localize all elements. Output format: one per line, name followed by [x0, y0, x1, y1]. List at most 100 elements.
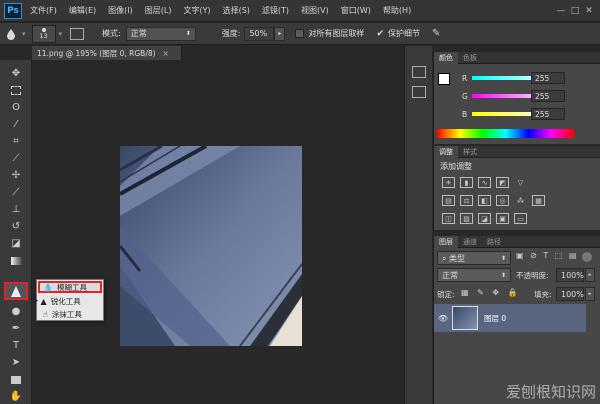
exposure-icon[interactable]: ◩: [496, 177, 509, 188]
filter-toggle[interactable]: [582, 252, 592, 262]
sharpen-triangle-icon: ▲: [40, 296, 47, 306]
sample-all-layers-checkbox[interactable]: [295, 29, 305, 38]
actions-panel-icon[interactable]: [412, 86, 426, 98]
selective-color-icon[interactable]: ▣: [496, 213, 509, 224]
blur-tool-icon[interactable]: [4, 282, 28, 300]
pen-tool-icon[interactable]: ✒: [7, 321, 25, 336]
channel-r-input[interactable]: 255: [531, 72, 565, 84]
tab-channels[interactable]: 通道: [458, 236, 482, 248]
gradient-map-icon[interactable]: ▭: [514, 213, 527, 224]
threshold-icon[interactable]: ◪: [478, 213, 491, 224]
tab-adjustments[interactable]: 调整: [434, 146, 458, 158]
menu-view[interactable]: 视图(V): [301, 5, 329, 16]
brush-dropdown-arrow-icon[interactable]: ▾: [59, 30, 63, 38]
strength-input[interactable]: 50%: [244, 26, 275, 41]
eraser-tool-icon[interactable]: ◪: [7, 236, 25, 251]
channel-mixer-icon[interactable]: ⁂: [514, 195, 527, 206]
clone-stamp-tool-icon[interactable]: ⊥: [7, 202, 25, 217]
menu-help[interactable]: 帮助(H): [383, 5, 411, 16]
path-select-tool-icon[interactable]: ➤: [7, 355, 25, 370]
eye-icon[interactable]: 👁: [434, 314, 452, 323]
layer-filter-select[interactable]: ⌕ 类型 ⬍: [437, 251, 511, 265]
close-window-button[interactable]: ✕: [582, 4, 596, 18]
flyout-smudge-tool[interactable]: ☝ 涂抹工具: [37, 308, 103, 320]
layer-row[interactable]: 👁 图层 0: [434, 304, 586, 332]
flyout-blur-tool[interactable]: 💧 模糊工具: [38, 281, 102, 293]
tab-layers[interactable]: 图层: [434, 236, 458, 248]
hand-tool-icon[interactable]: ✋: [7, 389, 25, 404]
lock-icons[interactable]: ▦ ✎ ✥ 🔒: [461, 288, 521, 297]
flyout-sharpen-tool[interactable]: • ▲ 锐化工具: [35, 295, 103, 307]
brush-tool-icon[interactable]: ⟋: [7, 185, 25, 200]
flyout-blur-label: 模糊工具: [56, 282, 87, 292]
protect-detail-check-icon[interactable]: ✔: [376, 29, 384, 39]
fill-slider-button[interactable]: ▸: [585, 287, 595, 301]
healing-brush-tool-icon[interactable]: ✢: [7, 168, 25, 183]
color-spectrum-bar[interactable]: [437, 129, 574, 138]
adjustments-title: 添加调整: [440, 162, 472, 171]
quick-select-tool-icon[interactable]: ⁄: [7, 117, 25, 132]
channel-g-input[interactable]: 255: [531, 90, 565, 102]
marquee-tool-icon[interactable]: [7, 83, 25, 98]
menu-select[interactable]: 选择(S): [223, 5, 250, 16]
tab-paths[interactable]: 路径: [482, 236, 506, 248]
tab-swatches[interactable]: 色板: [458, 52, 482, 64]
opacity-input[interactable]: 100%: [556, 268, 584, 282]
document-close-icon[interactable]: ×: [163, 49, 169, 58]
menu-edit[interactable]: 编辑(E): [69, 5, 96, 16]
strength-slider-button[interactable]: ▸: [274, 26, 286, 41]
menu-filter[interactable]: 滤镜(T): [262, 5, 289, 16]
brush-panel-icon[interactable]: [70, 27, 85, 40]
color-lookup-icon[interactable]: ▦: [532, 195, 545, 206]
opacity-slider-button[interactable]: ▸: [585, 268, 595, 282]
tab-color[interactable]: 颜色: [434, 52, 458, 64]
invert-icon[interactable]: ◫: [442, 213, 455, 224]
layer-filter-icons[interactable]: ▣ ⊘ T ⬚ ▤: [516, 251, 578, 260]
menu-layer[interactable]: 图层(L): [145, 5, 172, 16]
posterize-icon[interactable]: ▨: [460, 213, 473, 224]
tab-styles[interactable]: 样式: [458, 146, 482, 158]
channel-b-input[interactable]: 255: [531, 108, 565, 120]
flyout-sharpen-label: 锐化工具: [50, 296, 81, 306]
history-panel-icon[interactable]: [412, 66, 426, 78]
vibrance-icon[interactable]: ▽: [514, 177, 527, 188]
move-tool-icon[interactable]: ✥: [7, 66, 25, 81]
gradient-tool-icon[interactable]: [7, 253, 25, 268]
minimize-button[interactable]: —: [554, 4, 568, 18]
eyedropper-tool-icon[interactable]: ⟋: [7, 151, 25, 166]
color-balance-icon[interactable]: ⚖: [460, 195, 473, 206]
menu-window[interactable]: 窗口(W): [341, 5, 371, 16]
maximize-button[interactable]: □: [568, 4, 582, 18]
menu-image[interactable]: 图像(I): [108, 5, 133, 16]
tool-flyout-menu: 💧 模糊工具 • ▲ 锐化工具 ☝ 涂抹工具: [35, 279, 104, 321]
lasso-tool-icon[interactable]: ʘ: [7, 100, 25, 115]
history-brush-tool-icon[interactable]: ↺: [7, 219, 25, 234]
curves-icon[interactable]: ∿: [478, 177, 491, 188]
photo-filter-icon[interactable]: ◎: [496, 195, 509, 206]
rectangle-tool-icon[interactable]: [7, 372, 25, 387]
brush-size-picker[interactable]: 13: [31, 24, 56, 43]
canvas-area[interactable]: [33, 60, 403, 404]
fill-input[interactable]: 100%: [556, 287, 584, 301]
mode-select[interactable]: 正常 ⬍: [125, 26, 196, 41]
dodge-tool-icon[interactable]: ●: [7, 304, 25, 319]
document-tab-title: 11.png @ 195% (图层 0, RGB/8): [37, 48, 156, 58]
photoshop-logo: Ps: [4, 2, 22, 19]
blur-tool-preset-icon[interactable]: [0, 28, 22, 40]
document-tab[interactable]: 11.png @ 195% (图层 0, RGB/8) ×: [32, 46, 182, 60]
menu-type[interactable]: 文字(Y): [183, 5, 210, 16]
pressure-pen-icon[interactable]: ✎: [432, 28, 440, 39]
hue-saturation-icon[interactable]: ▤: [442, 195, 455, 206]
black-white-icon[interactable]: ◧: [478, 195, 491, 206]
blend-mode-select[interactable]: 正常 ⬍: [437, 268, 511, 282]
foreground-color-swatch[interactable]: [438, 73, 450, 85]
type-tool-icon[interactable]: T: [7, 338, 25, 353]
tools-panel: ✥ ʘ ⁄ ⌗ ⟋ ✢ ⟋ ⊥ ↺ ◪ ● ✒ T ➤ ✋: [0, 60, 32, 404]
document-image[interactable]: [120, 146, 302, 346]
menu-file[interactable]: 文件(F): [30, 5, 57, 16]
preset-dropdown-arrow-icon[interactable]: ▾: [22, 30, 26, 38]
layer-name[interactable]: 图层 0: [484, 313, 506, 324]
levels-icon[interactable]: ▮: [460, 177, 473, 188]
crop-tool-icon[interactable]: ⌗: [7, 134, 25, 149]
brightness-contrast-icon[interactable]: ☀: [442, 177, 455, 188]
